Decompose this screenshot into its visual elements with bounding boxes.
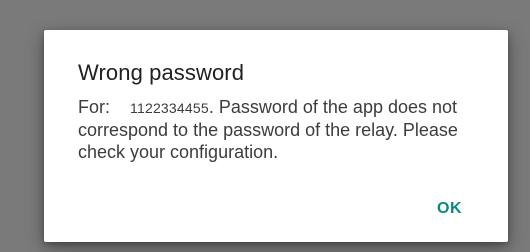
dialog-title: Wrong password [78,60,245,85]
ok-button[interactable]: OK [437,200,462,218]
relay-id: 1122334455 [130,100,209,116]
alert-dialog: Wrong password For: 1122334455. Password… [44,30,508,242]
message-prefix: For: [78,97,111,117]
dialog-message: For: 1122334455. Password of the app doe… [78,96,498,163]
